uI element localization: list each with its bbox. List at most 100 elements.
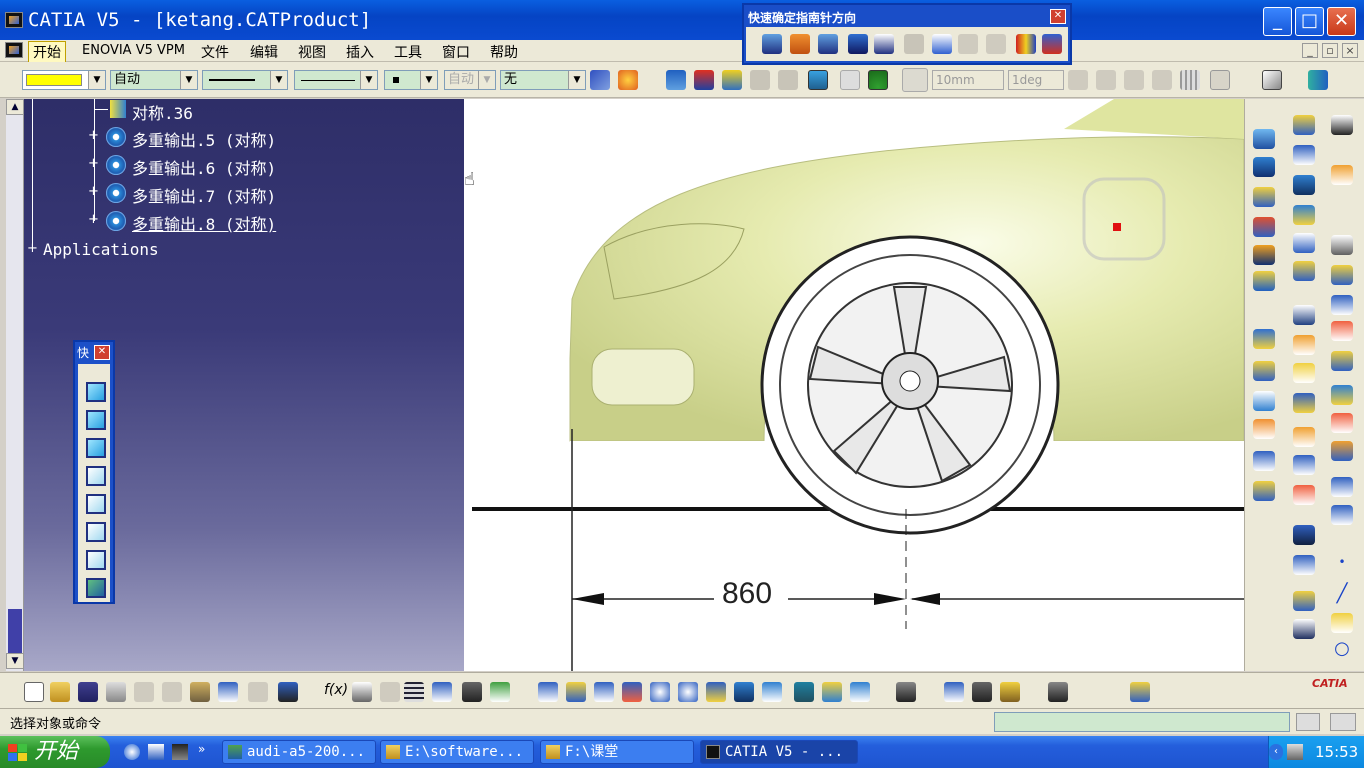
color-combo[interactable]: ▼ [22, 70, 106, 90]
minimize-button[interactable]: _ [1263, 7, 1292, 36]
tool-icon[interactable] [1331, 351, 1353, 371]
iso-view-icon[interactable] [762, 682, 782, 702]
select-arrow-icon[interactable] [1331, 165, 1353, 185]
save-icon[interactable] [78, 682, 98, 702]
point-tool-icon[interactable] [1293, 115, 1315, 135]
project-icon[interactable] [1293, 261, 1315, 281]
lock-icon[interactable] [462, 682, 482, 702]
split-icon[interactable] [1253, 361, 1275, 381]
zoom-in-icon[interactable] [650, 682, 670, 702]
command-button[interactable] [1296, 713, 1320, 731]
pan-icon[interactable] [594, 682, 614, 702]
quicklaunch-icon[interactable] [172, 744, 188, 760]
clock[interactable]: 15:53 [1315, 743, 1358, 761]
bottom-view-icon[interactable] [86, 550, 106, 570]
shading-icon[interactable] [794, 682, 814, 702]
line-icon[interactable]: ╱ [1331, 583, 1353, 604]
blend-icon[interactable] [1253, 271, 1275, 291]
work-plane-icon[interactable] [808, 70, 828, 90]
length-step-field[interactable]: 10mm [932, 70, 1004, 90]
trim-icon[interactable] [1253, 391, 1275, 411]
tool-icon[interactable] [1331, 385, 1353, 405]
cancel-command-button[interactable] [1330, 713, 1356, 731]
undo-icon[interactable] [218, 682, 238, 702]
point-combo[interactable]: ▼ [384, 70, 438, 90]
translate-icon[interactable] [1253, 451, 1275, 471]
spline-icon[interactable] [1293, 335, 1315, 355]
chevron-down-icon[interactable]: ▼ [270, 71, 287, 89]
scroll-thumb[interactable] [8, 609, 22, 653]
tree-item-label[interactable]: 对称.36 [132, 100, 193, 124]
menu-enovia[interactable]: ENOVIA V5 VPM [82, 43, 185, 58]
tool-icon[interactable] [1331, 413, 1353, 433]
menu-help[interactable]: 帮助 [490, 42, 518, 62]
front-view-icon[interactable] [86, 410, 106, 430]
feature-icon[interactable] [1331, 115, 1353, 135]
open-folder-icon[interactable] [50, 682, 70, 702]
measure-between-icon[interactable] [944, 682, 964, 702]
menu-insert[interactable]: 插入 [346, 42, 374, 62]
tool-icon[interactable] [1331, 477, 1353, 497]
isometric-view-icon[interactable] [86, 382, 106, 402]
named-views-icon[interactable] [86, 578, 106, 598]
layer-combo[interactable]: 无 ▼ [500, 70, 586, 90]
analysis-icon[interactable] [722, 70, 742, 90]
extrude-icon[interactable] [1253, 129, 1275, 149]
revolve-icon[interactable] [1253, 157, 1275, 177]
expand-icon[interactable]: + [88, 213, 99, 226]
scroll-down-button[interactable]: ▼ [6, 653, 24, 669]
tool-icon[interactable] [1331, 505, 1353, 525]
chevron-left-icon[interactable]: ‹ [1269, 744, 1283, 760]
sweep-icon[interactable] [1253, 187, 1275, 207]
task-software-folder[interactable]: E:\software... [380, 740, 534, 764]
new-file-icon[interactable] [24, 682, 44, 702]
boundary-icon[interactable] [1293, 525, 1315, 545]
document-icon[interactable] [5, 42, 23, 58]
tool-icon[interactable] [1331, 441, 1353, 461]
plane-icon[interactable] [1331, 613, 1353, 633]
snap-icon[interactable] [694, 70, 714, 90]
maximize-button[interactable]: □ [1295, 7, 1324, 36]
tree-item-label[interactable]: 多重输出.7 (对称) [132, 183, 276, 207]
point-icon[interactable]: • [1331, 555, 1353, 575]
join-icon[interactable] [1253, 329, 1275, 349]
device-icon[interactable] [896, 682, 916, 702]
inertia-icon[interactable] [1000, 682, 1020, 702]
table-icon[interactable] [404, 682, 424, 702]
menu-window[interactable]: 窗口 [442, 42, 470, 62]
command-input[interactable] [994, 712, 1290, 732]
tree-item-label[interactable]: 多重输出.6 (对称) [132, 155, 276, 179]
weight-combo[interactable]: 自动 ▼ [110, 70, 198, 90]
loft-icon[interactable] [1253, 245, 1275, 265]
scroll-up-button[interactable]: ▲ [6, 99, 24, 115]
formula-icon[interactable]: f(x) [324, 682, 348, 702]
tool-icon[interactable] [1331, 321, 1353, 341]
tool-icon[interactable] [1331, 235, 1353, 255]
redo-icon[interactable] [248, 682, 268, 702]
tool-icon[interactable] [1331, 295, 1353, 315]
multi-view-icon[interactable] [734, 682, 754, 702]
fit-all-icon[interactable] [566, 682, 586, 702]
left-view-icon[interactable] [86, 466, 106, 486]
surface-icon[interactable] [1293, 205, 1315, 225]
circle-icon[interactable]: ○ [1331, 639, 1353, 659]
show-desktop-icon[interactable] [148, 744, 164, 760]
extrapolate-icon[interactable] [1253, 481, 1275, 501]
axis-icon[interactable] [1210, 70, 1230, 90]
sketch-icon[interactable] [1262, 70, 1282, 90]
chevron-down-icon[interactable]: ▼ [88, 71, 105, 89]
rotate-z-icon[interactable] [818, 34, 838, 54]
tree-icon[interactable] [432, 682, 452, 702]
menu-start[interactable]: 开始 [28, 41, 66, 63]
painter-icon[interactable] [590, 70, 610, 90]
connect-curve-icon[interactable] [1293, 455, 1315, 475]
measure-item-icon[interactable] [972, 682, 992, 702]
axis-x-icon[interactable] [874, 34, 894, 54]
tool-icon[interactable] [1331, 265, 1353, 285]
menu-tools[interactable]: 工具 [394, 42, 422, 62]
offset-icon[interactable] [1293, 233, 1315, 253]
hide-show-icon[interactable] [822, 682, 842, 702]
menu-view[interactable]: 视图 [298, 42, 326, 62]
right-view-icon[interactable] [86, 494, 106, 514]
chevron-down-icon[interactable]: ▼ [360, 71, 377, 89]
